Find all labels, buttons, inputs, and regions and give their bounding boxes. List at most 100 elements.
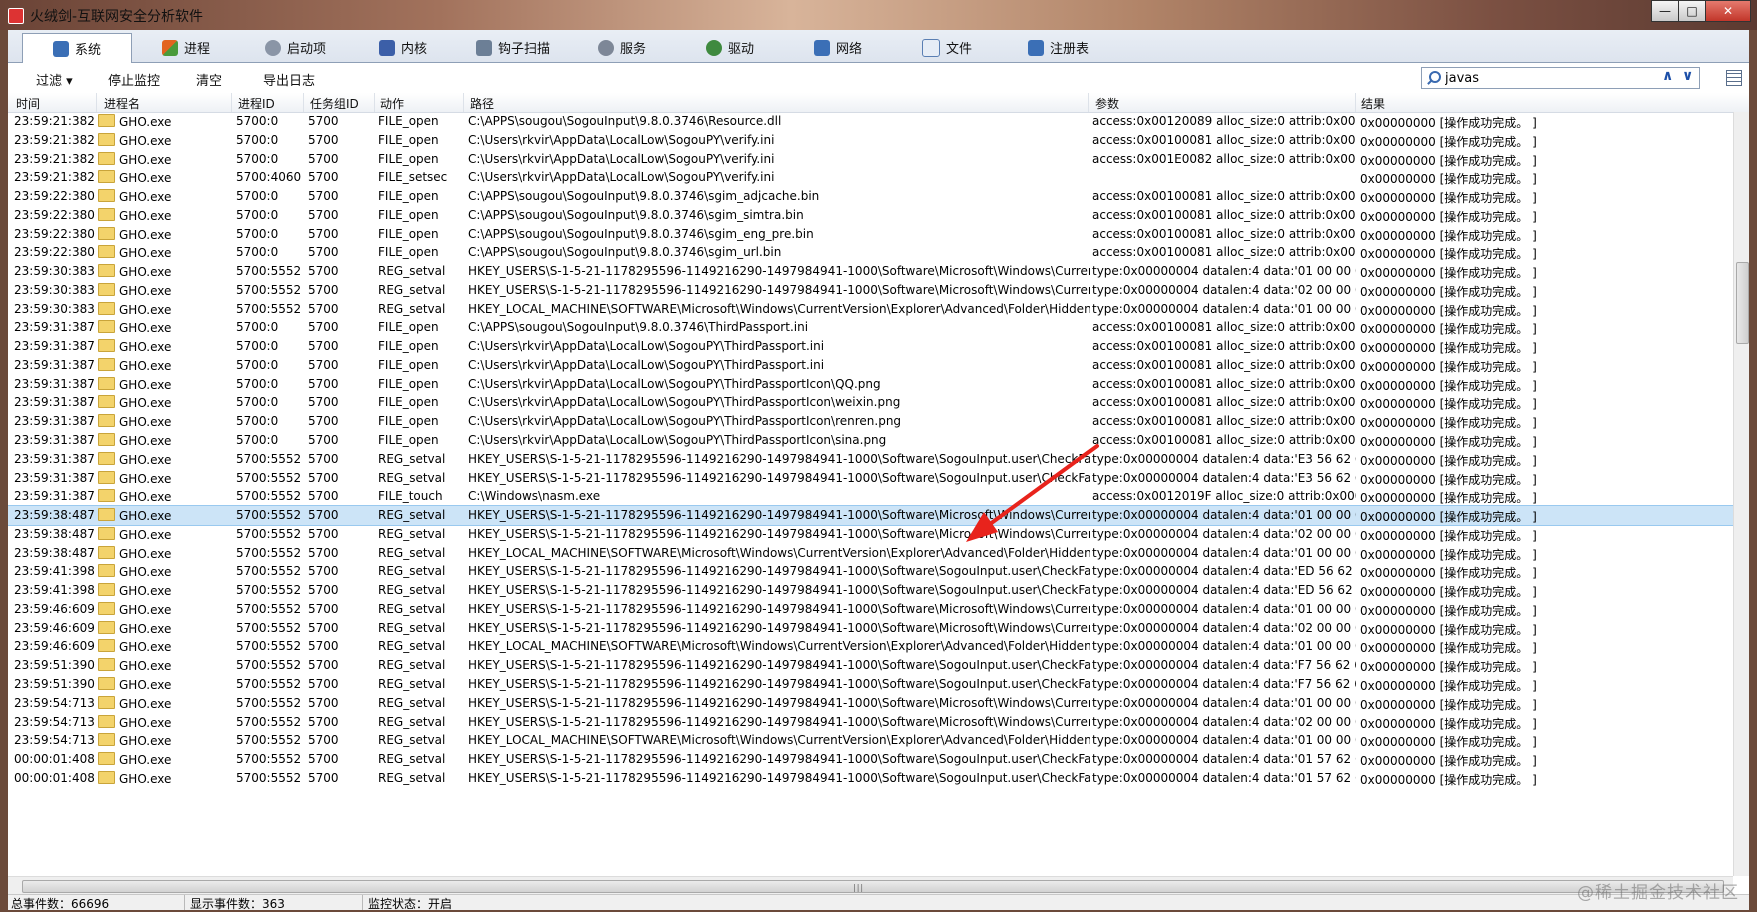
cell-pid: 5700:5552 <box>236 583 306 597</box>
tab-service[interactable]: 服务 <box>594 34 646 61</box>
table-row[interactable]: 00:00:01:408 GHO.exe 5700:5552 5700 REG_setv… <box>8 750 1733 769</box>
tab-hook-scan[interactable]: 钩子扫描 <box>472 34 550 61</box>
table-row[interactable]: 23:59:31:387 GHO.exe 5700:0 5700 FILE_open C:… <box>8 393 1733 412</box>
table-row[interactable]: 23:59:51:390 GHO.exe 5700:5552 5700 REG_setv… <box>8 656 1733 675</box>
vertical-scrollbar[interactable] <box>1733 112 1749 876</box>
tab-kernel[interactable]: 内核 <box>375 34 427 61</box>
horizontal-scrollbar[interactable]: ||| <box>8 876 1733 894</box>
cell-time: 23:59:54:713 <box>14 733 96 747</box>
search-prev-button[interactable]: ∧ <box>1662 68 1673 84</box>
table-row[interactable]: 23:59:21:382 GHO.exe 5700:0 5700 FILE_open C:… <box>8 150 1733 169</box>
table-row[interactable]: 23:59:21:382 GHO.exe 5700:0 5700 FILE_open C:… <box>8 112 1733 131</box>
table-row[interactable]: 23:59:54:713 GHO.exe 5700:5552 5700 REG_setv… <box>8 731 1733 750</box>
tab-system[interactable]: 系统 <box>22 33 133 64</box>
clear-button[interactable]: 清空 <box>196 70 222 89</box>
table-row[interactable]: 23:59:31:387 GHO.exe 5700:0 5700 FILE_open C:… <box>8 337 1733 356</box>
cell-time-text: 23:59:41:398 <box>14 564 95 579</box>
table-row[interactable]: 23:59:46:609 GHO.exe 5700:5552 5700 REG_setv… <box>8 619 1733 638</box>
cell-time: 23:59:30:383 <box>14 264 96 278</box>
cell-process-name-text: GHO.exe <box>119 640 172 655</box>
table-row[interactable]: 23:59:54:713 GHO.exe 5700:5552 5700 REG_setv… <box>8 694 1733 713</box>
maximize-button[interactable]: □ <box>1678 0 1706 22</box>
table-row[interactable]: 23:59:30:383 GHO.exe 5700:5552 5700 REG_setv… <box>8 262 1733 281</box>
column-divider[interactable] <box>303 93 304 112</box>
table-row[interactable]: 23:59:22:380 GHO.exe 5700:0 5700 FILE_open C:… <box>8 206 1733 225</box>
column-header-process-name[interactable]: 进程名 <box>104 95 140 112</box>
column-divider[interactable] <box>1088 93 1089 112</box>
tab-startup[interactable]: 启动项 <box>261 34 326 61</box>
table-row[interactable]: 23:59:51:390 GHO.exe 5700:5552 5700 REG_setv… <box>8 675 1733 694</box>
table-row[interactable]: 23:59:31:387 GHO.exe 5700:0 5700 FILE_open C:… <box>8 356 1733 375</box>
table-row[interactable]: 23:59:31:387 GHO.exe 5700:0 5700 FILE_open C:… <box>8 431 1733 450</box>
tab-network[interactable]: 网络 <box>810 34 862 61</box>
horizontal-scroll-thumb[interactable]: ||| <box>22 880 1724 893</box>
column-header-path[interactable]: 路径 <box>470 95 494 112</box>
cell-pid-text: 5700:5552 <box>236 508 302 523</box>
vertical-scroll-thumb[interactable] <box>1736 262 1749 344</box>
cell-params-text: access:0x00100081 alloc_size:0 attrib:0x… <box>1092 132 1356 147</box>
column-header-pid[interactable]: 进程ID <box>238 95 275 112</box>
tab-driver[interactable]: 驱动 <box>702 34 754 61</box>
table-row[interactable]: 23:59:22:380 GHO.exe 5700:0 5700 FILE_open C:… <box>8 225 1733 244</box>
column-header-params[interactable]: 参数 <box>1095 95 1119 112</box>
column-divider[interactable] <box>231 93 232 112</box>
table-row[interactable]: 23:59:38:487 GHO.exe 5700:5552 5700 REG_setv… <box>8 525 1733 544</box>
cell-task-group-id: 5700 <box>308 602 378 616</box>
search-next-button[interactable]: ∨ <box>1682 68 1693 84</box>
folder-icon <box>98 526 115 540</box>
table-row[interactable]: 23:59:31:387 GHO.exe 5700:0 5700 FILE_open C:… <box>8 375 1733 394</box>
cell-path-text: C:\Users\rkvir\AppData\LocalLow\SogouPY\… <box>468 151 775 166</box>
table-row[interactable]: 23:59:30:383 GHO.exe 5700:5552 5700 REG_setv… <box>8 300 1733 319</box>
table-row[interactable]: 23:59:31:387 GHO.exe 5700:5552 5700 REG_setv… <box>8 469 1733 488</box>
table-row[interactable]: 23:59:21:382 GHO.exe 5700:0 5700 FILE_open C:… <box>8 131 1733 150</box>
table-row[interactable]: 00:00:01:408 GHO.exe 5700:5552 5700 REG_setv… <box>8 769 1733 788</box>
cell-result: 0x00000000 [操作成功完成。 ] <box>1360 583 1730 600</box>
filter-button[interactable]: 过滤 ▾ <box>36 70 73 89</box>
folder-icon <box>98 395 115 409</box>
table-row[interactable]: 23:59:54:713 GHO.exe 5700:5552 5700 REG_setv… <box>8 713 1733 732</box>
column-divider[interactable] <box>1355 93 1356 112</box>
stop-monitor-button[interactable]: 停止监控 <box>108 70 160 89</box>
table-row[interactable]: 23:59:31:387 GHO.exe 5700:0 5700 FILE_open C:… <box>8 412 1733 431</box>
table-row[interactable]: 23:59:41:398 GHO.exe 5700:5552 5700 REG_setv… <box>8 562 1733 581</box>
column-divider[interactable] <box>463 93 464 112</box>
table-row[interactable]: 23:59:22:380 GHO.exe 5700:0 5700 FILE_open C:… <box>8 187 1733 206</box>
column-header-time[interactable]: 时间 <box>16 95 40 112</box>
cell-result: 0x00000000 [操作成功完成。 ] <box>1360 733 1730 750</box>
minimize-button[interactable]: — <box>1651 0 1679 22</box>
cell-result-text: 0x00000000 [操作成功完成。 ] <box>1360 134 1537 149</box>
cell-time: 23:59:30:383 <box>14 283 96 297</box>
cell-pid-text: 5700:5552 <box>236 639 302 654</box>
cell-action: REG_setval <box>378 264 464 278</box>
table-row[interactable]: 23:59:46:609 GHO.exe 5700:5552 5700 REG_setv… <box>8 637 1733 656</box>
cell-task-group-id-text: 5700 <box>308 376 339 391</box>
tab-file[interactable]: 文件 <box>918 34 972 61</box>
table-row[interactable]: 23:59:46:609 GHO.exe 5700:5552 5700 REG_setv… <box>8 600 1733 619</box>
tab-process[interactable]: 进程 <box>158 34 210 61</box>
table-row[interactable]: 23:59:31:387 GHO.exe 5700:0 5700 FILE_open C:… <box>8 318 1733 337</box>
column-header-task-group-id[interactable]: 任务组ID <box>310 95 359 112</box>
cell-process-name-text: GHO.exe <box>119 415 172 430</box>
column-header-result[interactable]: 结果 <box>1361 95 1385 112</box>
column-divider[interactable] <box>374 93 375 112</box>
cell-pid: 5700:0 <box>236 245 306 259</box>
table-row[interactable]: 23:59:21:382 GHO.exe 5700:4060 5700 FILE_set… <box>8 168 1733 187</box>
column-settings-icon[interactable] <box>1726 70 1742 86</box>
table-row[interactable]: 23:59:31:387 GHO.exe 5700:5552 5700 FILE_tou… <box>8 487 1733 506</box>
table-row[interactable]: 23:59:38:487 GHO.exe 5700:5552 5700 REG_setv… <box>8 505 1734 526</box>
export-log-button[interactable]: 导出日志 <box>263 70 315 89</box>
table-row[interactable]: 23:59:31:387 GHO.exe 5700:5552 5700 REG_setv… <box>8 450 1733 469</box>
cell-time: 23:59:38:487 <box>14 546 96 560</box>
table-row[interactable]: 23:59:30:383 GHO.exe 5700:5552 5700 REG_setv… <box>8 281 1733 300</box>
column-divider[interactable] <box>96 93 97 112</box>
cell-action-text: FILE_open <box>378 245 439 260</box>
table-row[interactable]: 23:59:22:380 GHO.exe 5700:0 5700 FILE_open C:… <box>8 243 1733 262</box>
table-row[interactable]: 23:59:41:398 GHO.exe 5700:5552 5700 REG_setv… <box>8 581 1733 600</box>
tab-registry[interactable]: 注册表 <box>1024 34 1089 61</box>
close-button[interactable]: ✕ <box>1705 0 1751 22</box>
table-row[interactable]: 23:59:38:487 GHO.exe 5700:5552 5700 REG_setv… <box>8 544 1733 563</box>
column-header-action[interactable]: 动作 <box>380 95 404 112</box>
cell-result: 0x00000000 [操作成功完成。 ] <box>1360 452 1730 469</box>
cell-action: REG_setval <box>378 752 464 766</box>
search-input[interactable] <box>1443 69 1657 87</box>
